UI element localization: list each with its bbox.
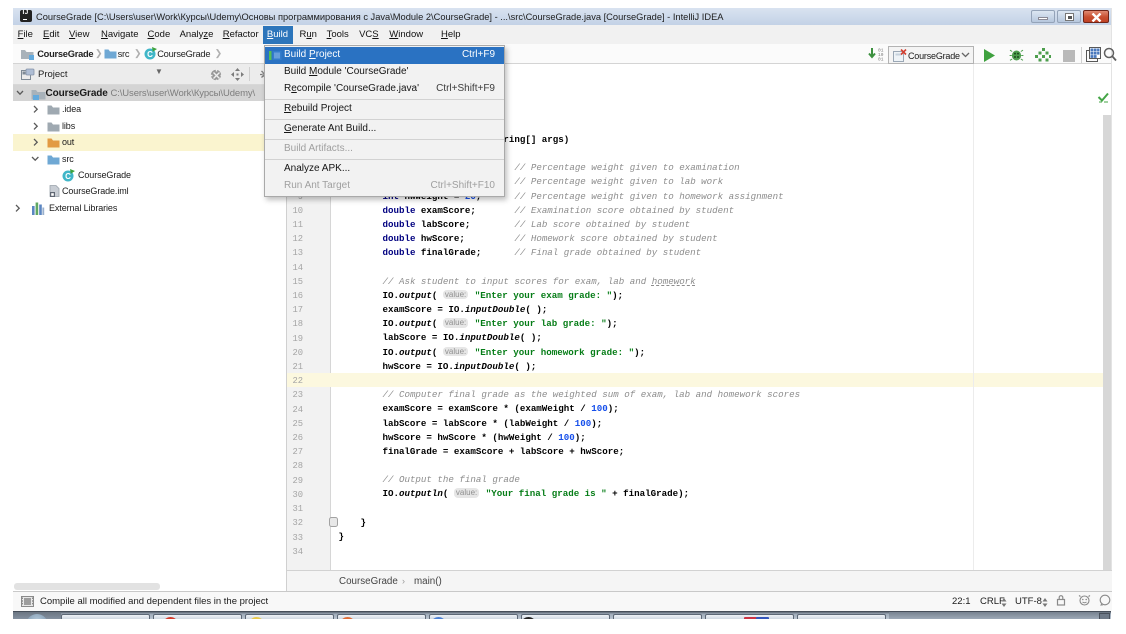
- svg-text:C: C: [147, 50, 153, 59]
- svg-text:01: 01: [878, 57, 884, 62]
- svg-text:C: C: [65, 172, 71, 181]
